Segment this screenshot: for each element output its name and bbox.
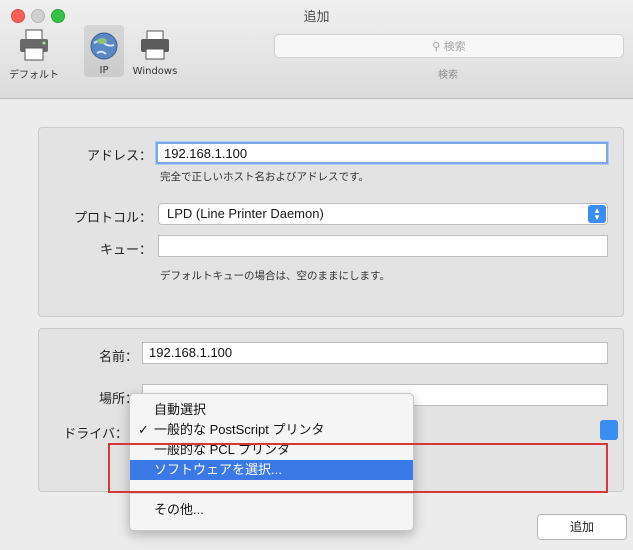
driver-stepper-icon (600, 420, 618, 440)
menu-separator (130, 493, 413, 494)
globe-icon (84, 25, 124, 61)
add-button[interactable]: 追加 (537, 514, 627, 540)
toolbar-ip-button[interactable]: IP (84, 25, 124, 77)
address-label: アドレス： (86, 149, 152, 164)
menu-item-label: 一般的な PostScript プリンタ (154, 422, 325, 437)
checkmark-icon: ✓ (138, 422, 149, 437)
protocol-value: LPD (Line Printer Daemon) (167, 206, 324, 221)
menu-item-label: 自動選択 (154, 402, 207, 417)
queue-hint: デフォルトキューの場合は、空のままにします。 (160, 270, 390, 282)
menu-item-label: その他... (154, 502, 204, 517)
name-field[interactable]: 192.168.1.100 (142, 342, 608, 364)
protocol-stepper-icon: ▴ ▾ (588, 205, 606, 223)
toolbar-windows-button[interactable]: Windows (124, 26, 186, 77)
search-placeholder: 検索 (443, 40, 466, 53)
printer-icon (4, 26, 64, 62)
queue-field[interactable] (158, 235, 608, 257)
toolbar-default-label: デフォルト (9, 70, 59, 81)
protocol-label: プロトコル： (73, 211, 152, 226)
menu-item-other[interactable]: その他... (130, 500, 413, 520)
protocol-select[interactable]: LPD (Line Printer Daemon) ▴ ▾ (158, 203, 608, 225)
search-input[interactable]: ⚲ 検索 (274, 34, 624, 58)
toolbar-default-button[interactable]: デフォルト (4, 26, 64, 81)
name-label: 名前： (98, 350, 138, 365)
windows-printer-icon (124, 26, 186, 62)
address-hint: 完全で正しいホスト名およびアドレスです。 (160, 171, 369, 183)
add-printer-window: 追加 デフォルト IP Windows ⚲ 検索 検索 アドレス： 192.16… (0, 0, 633, 550)
menu-item-auto-select[interactable]: 自動選択 (130, 400, 413, 420)
toolbar-windows-label: Windows (132, 66, 178, 77)
address-field[interactable]: 192.168.1.100 (156, 142, 608, 164)
location-label: 場所： (98, 392, 138, 407)
annotation-highlight-box (108, 443, 608, 493)
search-caption: 検索 (438, 70, 458, 81)
toolbar: 追加 デフォルト IP Windows ⚲ 検索 検索 (0, 0, 633, 99)
menu-item-generic-postscript[interactable]: ✓ 一般的な PostScript プリンタ (130, 420, 413, 440)
queue-label: キュー： (99, 243, 152, 258)
toolbar-ip-label: IP (99, 65, 109, 76)
window-title: 追加 (303, 10, 330, 25)
driver-label: ドライバ： (63, 427, 128, 442)
search-icon: ⚲ (432, 40, 441, 53)
